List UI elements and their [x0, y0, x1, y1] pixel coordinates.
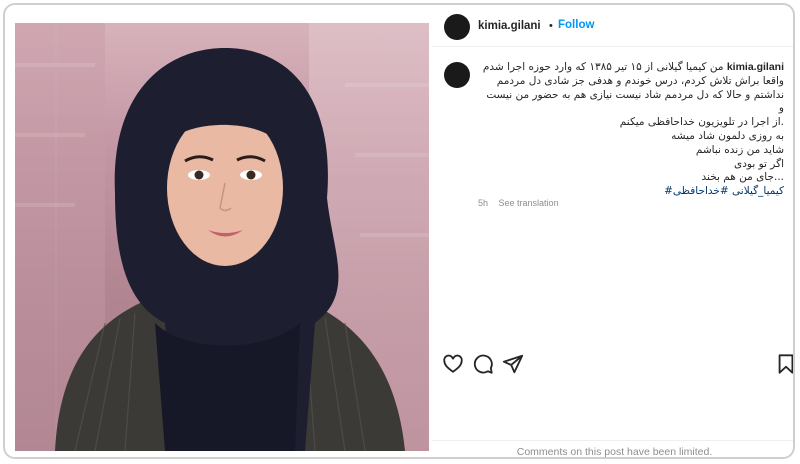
post-image[interactable] — [15, 23, 429, 451]
comments-limited-notice: Comments on this post have been limited. — [516, 446, 713, 458]
follow-button[interactable]: Follow — [558, 19, 594, 31]
caption-text: kimia.gilani من کیمیا گیلانی از ۱۵ تیر ۱… — [478, 61, 784, 199]
see-translation-link[interactable]: See translation — [499, 198, 559, 208]
caption-username[interactable]: kimia.gilani — [727, 61, 784, 73]
bookmark-icon[interactable] — [775, 353, 795, 375]
footer-divider — [432, 440, 793, 441]
username[interactable]: kimia.gilani — [478, 20, 541, 32]
heart-icon[interactable] — [442, 353, 464, 375]
separator-dot: • — [549, 20, 553, 32]
caption-avatar[interactable] — [444, 62, 470, 88]
caption-line-4: .از اجرا در تلویزیون خداحافظی میکنم — [619, 116, 784, 129]
caption-hashtags[interactable]: کیمیا_گیلانی #خداحافظی# — [478, 185, 784, 199]
caption-line-8: ...جای من هم بخند — [701, 171, 784, 184]
comment-icon[interactable] — [472, 353, 494, 375]
portrait-illustration — [15, 48, 429, 451]
caption-meta: 5h See translation — [478, 198, 567, 208]
action-bar — [432, 348, 795, 382]
caption-line-1: kimia.gilani من کیمیا گیلانی از ۱۵ تیر ۱… — [482, 61, 784, 73]
caption-block: kimia.gilani من کیمیا گیلانی از ۱۵ تیر ۱… — [432, 52, 793, 212]
share-icon[interactable] — [502, 353, 524, 375]
caption-line-6: شاید من زنده نباشم — [695, 143, 784, 156]
avatar[interactable] — [444, 14, 470, 40]
caption-line-2: واقعا براش تلاش کردم، درس خوندم و هدفی ج… — [496, 74, 784, 87]
post-card: kimia.gilani • Follow kimia.gilani من کی… — [3, 3, 795, 459]
caption-line-7: اگر تو بودی — [734, 157, 784, 170]
post-sidebar: kimia.gilani • Follow kimia.gilani من کی… — [432, 8, 795, 458]
post-time[interactable]: 5h — [478, 198, 488, 208]
caption-line-5: به روزی دلمون شاد میشه — [671, 129, 784, 142]
caption-line-3: نداشتم و حالا که دل مردمم شاد نیست نیازی… — [486, 88, 784, 115]
post-header: kimia.gilani • Follow — [432, 8, 793, 47]
